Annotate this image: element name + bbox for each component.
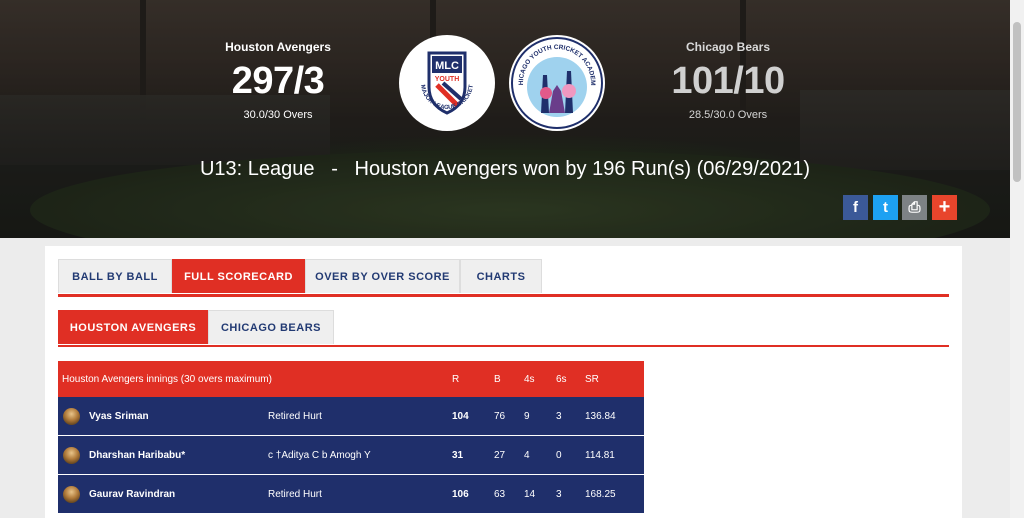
header-runs: R — [452, 373, 460, 385]
table-row[interactable]: Dharshan Haribabu* c †Aditya C b Amogh Y… — [58, 436, 644, 475]
header-balls: B — [494, 373, 501, 385]
team-tab-underline — [58, 345, 949, 347]
header-strike-rate: SR — [585, 373, 599, 385]
svg-text:YOUTH: YOUTH — [435, 76, 460, 83]
page-scrollbar[interactable] — [1010, 0, 1024, 518]
away-team-overs: 28.5/30.0 Overs — [688, 109, 768, 121]
strike-rate: 168.25 — [585, 488, 616, 500]
player-avatar — [63, 486, 80, 503]
mlc-youth-logo[interactable]: MLC YOUTH MAJOR LEAGUE CRICKET — [399, 35, 495, 131]
tab-houston-avengers[interactable]: HOUSTON AVENGERS — [58, 310, 208, 344]
more-share-plus-icon[interactable]: + — [932, 195, 957, 220]
tab-chicago-bears[interactable]: CHICAGO BEARS — [208, 310, 334, 344]
player-avatar — [63, 447, 80, 464]
balls: 76 — [494, 410, 506, 422]
player-name[interactable]: Gaurav Ravindran — [89, 475, 175, 513]
sixes: 0 — [556, 449, 562, 461]
batting-table-header: Houston Avengers innings (30 overs maxim… — [58, 361, 644, 397]
fours: 9 — [524, 410, 530, 422]
table-row[interactable]: Gaurav Ravindran Retired Hurt 106 63 14 … — [58, 475, 644, 514]
home-team-score: 297/3 — [231, 60, 325, 102]
chicago-youth-cricket-academy-logo[interactable]: CHICAGO YOUTH CRICKET ACADEMY — [509, 35, 605, 131]
player-avatar — [63, 408, 80, 425]
facebook-share-icon[interactable]: f — [843, 195, 868, 220]
player-name[interactable]: Dharshan Haribabu* — [89, 436, 185, 474]
player-name[interactable]: Vyas Sriman — [89, 397, 149, 435]
header-fours: 4s — [524, 373, 535, 385]
sixes: 3 — [556, 488, 562, 500]
runs: 31 — [452, 449, 464, 461]
runs: 104 — [452, 410, 469, 422]
home-team-summary: Houston Avengers 297/3 30.0/30 Overs — [210, 40, 346, 121]
header-sixes: 6s — [556, 373, 567, 385]
tab-full-scorecard[interactable]: FULL SCORECARD — [172, 259, 305, 293]
innings-title: Houston Avengers innings (30 overs maxim… — [62, 373, 272, 385]
match-result-text: U13: League - Houston Avengers won by 19… — [199, 158, 810, 180]
team-innings-tabs: HOUSTON AVENGERS CHICAGO BEARS — [58, 310, 334, 346]
scorecard-panel: BALL BY BALL FULL SCORECARD OVER BY OVER… — [45, 246, 962, 518]
away-team-name: Chicago Bears — [685, 40, 771, 54]
tab-underline — [58, 294, 949, 297]
print-icon[interactable]: ⎙ — [902, 195, 927, 220]
tab-over-by-over-score[interactable]: OVER BY OVER SCORE — [305, 259, 460, 293]
batting-scorecard-table: Houston Avengers innings (30 overs maxim… — [58, 361, 644, 514]
match-header-banner: Houston Avengers 297/3 30.0/30 Overs MLC… — [0, 0, 1010, 238]
away-team-score: 101/10 — [671, 60, 785, 102]
strike-rate: 136.84 — [585, 410, 616, 422]
away-team-summary: Chicago Bears 101/10 28.5/30.0 Overs — [660, 40, 796, 121]
balls: 27 — [494, 449, 506, 461]
strike-rate: 114.81 — [585, 449, 615, 461]
dismissal: Retired Hurt — [268, 488, 322, 500]
home-team-overs: 30.0/30 Overs — [243, 109, 313, 121]
tab-ball-by-ball[interactable]: BALL BY BALL — [58, 259, 172, 293]
dismissal: Retired Hurt — [268, 410, 322, 422]
twitter-share-icon[interactable]: t — [873, 195, 898, 220]
scrollbar-thumb[interactable] — [1013, 22, 1021, 182]
sixes: 3 — [556, 410, 562, 422]
table-row[interactable]: Vyas Sriman Retired Hurt 104 76 9 3 136.… — [58, 397, 644, 436]
fours: 4 — [524, 449, 530, 461]
dismissal: c †Aditya C b Amogh Y — [268, 449, 371, 461]
home-team-name: Houston Avengers — [225, 40, 331, 54]
scorecard-view-tabs: BALL BY BALL FULL SCORECARD OVER BY OVER… — [58, 259, 542, 295]
fours: 14 — [524, 488, 536, 500]
svg-text:MLC: MLC — [435, 60, 459, 72]
runs: 106 — [452, 488, 469, 500]
balls: 63 — [494, 488, 506, 500]
tab-charts[interactable]: CHARTS — [460, 259, 542, 293]
